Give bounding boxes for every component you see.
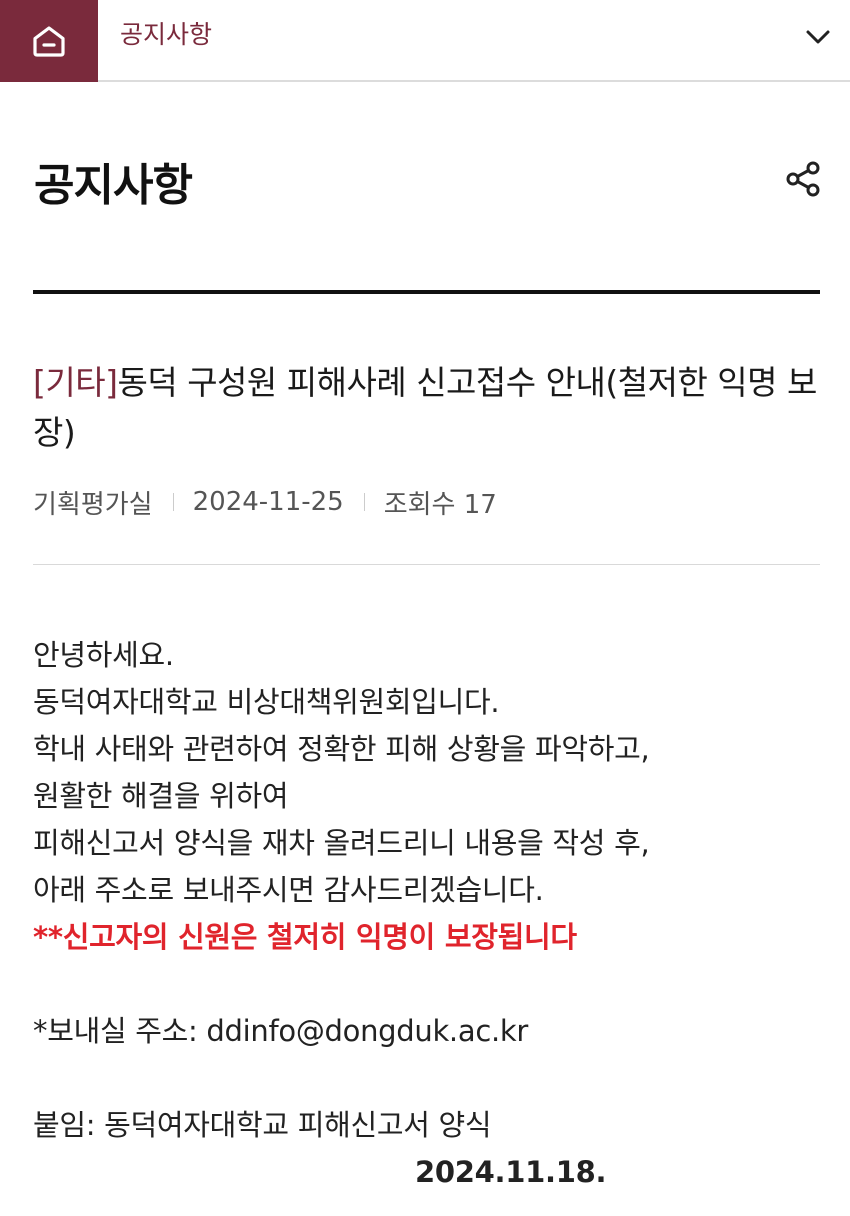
post-views: 조회수 17 [383,489,497,520]
post-title-text: 동덕 구성원 피해사례 신고접수 안내(철저한 익명 보장) [33,363,817,452]
body-line: 피해신고서 양식을 재차 올려드리니 내용을 작성 후, [33,826,650,860]
body-line: 원활한 해결을 위하여 [33,779,289,813]
meta-separator [172,493,174,511]
meta-separator [363,493,365,511]
title-divider [33,290,820,294]
home-icon [33,26,65,57]
post-author: 기획평가실 [33,489,153,520]
attachment-line: 붙임: 동덕여자대학교 피해신고서 양식 [33,1108,492,1142]
post-category: [기타] [33,363,118,402]
share-icon[interactable] [784,160,822,198]
anonymity-notice: **신고자의 신원은 철저히 익명이 보장됩니다 [33,920,577,954]
sign-date: 2024.11.18. [415,1155,607,1189]
body-line: 안녕하세요. [33,638,174,672]
home-button[interactable] [0,0,98,82]
post-date: 2024-11-25 [192,487,344,517]
meta-divider [33,564,820,565]
body-line: 학내 사태와 관련하여 정확한 피해 상황을 파악하고, [33,732,650,766]
body-line: 동덕여자대학교 비상대책위원회입니다. [33,685,500,719]
body-line: 아래 주소로 보내주시면 감사드리겠습니다. [33,873,544,907]
chevron-down-icon[interactable] [804,22,832,50]
nav-section-title[interactable]: 공지사항 [120,20,212,50]
top-navigation-bar: 공지사항 [0,0,850,82]
post-title: [기타]동덕 구성원 피해사례 신고접수 안내(철저한 익명 보장) [33,358,823,458]
email-address-line: *보내실 주소: ddinfo@dongduk.ac.kr [33,1014,529,1048]
post-meta: 기획평가실 2024-11-25 조회수 17 [33,484,497,520]
page-title: 공지사항 [34,160,193,211]
post-body: 안녕하세요. 동덕여자대학교 비상대책위원회입니다. 학내 사태와 관련하여 정… [33,632,833,1196]
